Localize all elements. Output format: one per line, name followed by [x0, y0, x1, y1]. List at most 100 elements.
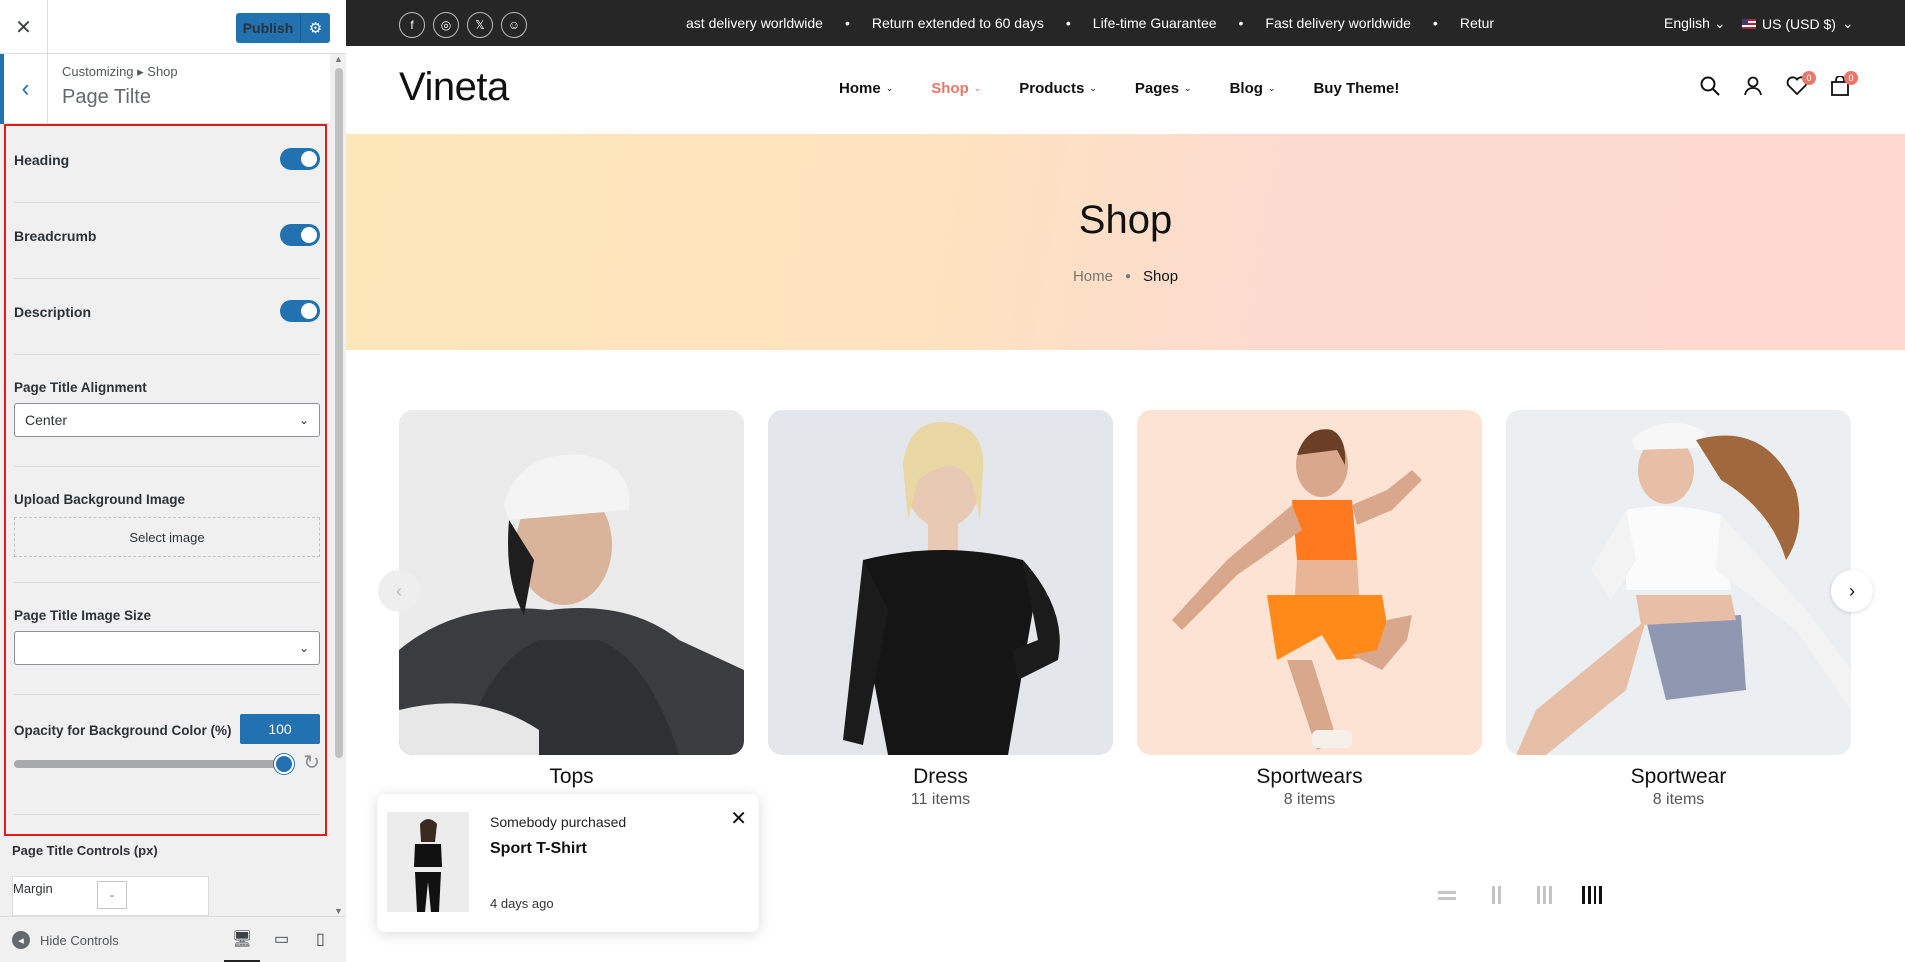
- nav-pages[interactable]: Pages ⌄: [1135, 80, 1192, 97]
- facebook-icon[interactable]: f: [399, 12, 425, 38]
- gear-icon[interactable]: ⚙: [300, 13, 330, 43]
- reset-icon[interactable]: ↻: [303, 750, 320, 775]
- breadcrumb-home-link[interactable]: Home: [1073, 268, 1113, 285]
- scroll-up-icon[interactable]: ▲: [334, 54, 343, 64]
- divider: [14, 278, 320, 279]
- language-select[interactable]: English ⌄: [1664, 15, 1726, 32]
- wishlist-icon[interactable]: 0: [1786, 71, 1816, 102]
- bullet: •: [1238, 15, 1244, 31]
- breadcrumb-setting: Breadcrumb: [14, 224, 320, 246]
- currency-value: US (USD $): [1762, 15, 1836, 32]
- carousel-next-button[interactable]: ›: [1831, 570, 1873, 612]
- select-image-button[interactable]: Select image: [14, 517, 320, 557]
- category-image[interactable]: [1137, 410, 1482, 755]
- heading-label: Heading: [14, 152, 70, 168]
- controls-label: Page Title Controls (px): [12, 843, 158, 858]
- heading-toggle[interactable]: [280, 148, 320, 170]
- category-image[interactable]: [1506, 410, 1851, 755]
- breadcrumb-toggle[interactable]: [280, 224, 320, 246]
- sidebar-scrollbar[interactable]: ▲ ▼: [332, 54, 346, 916]
- category-name: Dress: [913, 765, 968, 788]
- chevron-down-icon: ⌄: [1713, 15, 1726, 31]
- carousel-prev-button[interactable]: ‹: [378, 570, 420, 612]
- alignment-setting: Page Title Alignment Center ⌄: [14, 380, 320, 437]
- chevron-down-icon: ⌄: [1184, 83, 1192, 93]
- opacity-input[interactable]: 100: [240, 714, 320, 744]
- alignment-value: Center: [25, 412, 68, 428]
- nav-label: Shop: [931, 80, 969, 97]
- scroll-down-icon[interactable]: ▼: [334, 906, 343, 916]
- divider: [14, 814, 320, 815]
- snapchat-icon[interactable]: ☺: [501, 12, 527, 38]
- category-count: 8 items: [1283, 791, 1336, 808]
- nav-shop[interactable]: Shop ⌄: [931, 80, 981, 97]
- margin-input[interactable]: -: [97, 881, 127, 909]
- close-icon[interactable]: ✕: [0, 0, 48, 54]
- currency-select[interactable]: US (USD $) ⌄: [1742, 15, 1854, 32]
- site-logo[interactable]: Vineta: [399, 65, 509, 110]
- category-card[interactable]: Sportwear 8 items: [1506, 410, 1851, 809]
- grid-3-icon[interactable]: [1534, 886, 1554, 904]
- grid-2-icon[interactable]: [1486, 886, 1506, 904]
- opacity-slider[interactable]: [14, 754, 294, 774]
- grid-4-icon[interactable]: [1582, 886, 1602, 904]
- tablet-preview-icon[interactable]: ▭: [274, 929, 289, 949]
- bullet: •: [1065, 15, 1071, 31]
- divider: [14, 354, 320, 355]
- category-card[interactable]: Sportwears 8 items: [1137, 410, 1482, 809]
- user-icon[interactable]: [1743, 76, 1763, 102]
- upload-bg-setting: Upload Background Image Select image: [14, 492, 320, 557]
- chevron-down-icon: ⌄: [1267, 83, 1276, 93]
- nav-buy-theme[interactable]: Buy Theme!: [1313, 80, 1399, 97]
- page-title-settings-panel: Heading Breadcrumb Description Page Titl…: [4, 124, 327, 836]
- category-image[interactable]: [768, 410, 1113, 755]
- purchase-notification[interactable]: Somebody purchased Sport T-Shirt 4 days …: [377, 794, 759, 932]
- page-title: Shop: [1078, 198, 1173, 242]
- bullet: ●: [1124, 271, 1131, 282]
- alignment-select[interactable]: Center ⌄: [14, 403, 320, 437]
- nav-home[interactable]: Home ⌄: [839, 80, 893, 97]
- search-icon[interactable]: [1700, 76, 1720, 102]
- image-size-select[interactable]: ⌄: [14, 631, 320, 665]
- customizer-window: ✕ Publish ⚙ ‹ Customizing ▸ Shop Page Ti…: [0, 0, 1905, 962]
- close-icon[interactable]: ✕: [730, 806, 747, 831]
- alignment-label: Page Title Alignment: [14, 380, 147, 395]
- description-label: Description: [14, 304, 92, 320]
- hide-controls-button[interactable]: ◂ Hide Controls: [12, 931, 119, 949]
- chevron-down-icon: ⌄: [885, 83, 894, 93]
- wishlist-count-badge: 0: [1802, 71, 1816, 85]
- breadcrumb-label: Breadcrumb: [14, 228, 97, 244]
- opacity-label: Opacity for Background Color (%): [14, 723, 232, 738]
- x-twitter-icon[interactable]: 𝕏: [467, 12, 493, 38]
- site-header: Vineta Home ⌄ Shop ⌄ Products ⌄ Pages ⌄ Blog…: [346, 46, 1905, 134]
- notification-product[interactable]: Sport T-Shirt: [490, 840, 587, 858]
- slider-handle[interactable]: [274, 754, 294, 774]
- customizer-footer: ◂ Hide Controls 🖥 ▭ ▯: [0, 916, 346, 962]
- product-thumbnail[interactable]: [387, 812, 469, 912]
- category-card[interactable]: Tops: [399, 410, 744, 791]
- category-name: Sportwear: [1630, 765, 1727, 788]
- page-breadcrumb: Home ● Shop: [346, 268, 1905, 285]
- notification-time: 4 days ago: [490, 896, 554, 911]
- publish-button[interactable]: Publish ⚙: [236, 13, 330, 43]
- nav-blog[interactable]: Blog ⌄: [1230, 80, 1276, 97]
- ticker-item: Retur: [1459, 15, 1495, 31]
- category-image[interactable]: [399, 410, 744, 755]
- chevron-down-icon: ⌄: [1841, 15, 1854, 31]
- publish-label[interactable]: Publish: [236, 20, 300, 36]
- cart-count-badge: 0: [1844, 71, 1858, 85]
- list-view-icon[interactable]: [1438, 886, 1458, 904]
- category-card[interactable]: Dress 11 items: [768, 410, 1113, 809]
- scrollbar-thumb[interactable]: [335, 68, 343, 758]
- instagram-icon[interactable]: ◎: [433, 12, 459, 38]
- desktop-preview-icon[interactable]: 🖥: [223, 929, 261, 962]
- nav-products[interactable]: Products ⌄: [1019, 80, 1097, 97]
- description-toggle[interactable]: [280, 300, 320, 322]
- cart-icon[interactable]: 0: [1830, 71, 1858, 102]
- back-arrow-icon[interactable]: ‹: [0, 54, 48, 124]
- mobile-preview-icon[interactable]: ▯: [316, 929, 325, 949]
- customizer-sidebar: ✕ Publish ⚙ ‹ Customizing ▸ Shop Page Ti…: [0, 0, 346, 962]
- chevron-down-icon: ⌄: [298, 413, 309, 427]
- opacity-setting: Opacity for Background Color (%) 100 ↻: [14, 714, 320, 782]
- category-count: 8 items: [1652, 791, 1705, 808]
